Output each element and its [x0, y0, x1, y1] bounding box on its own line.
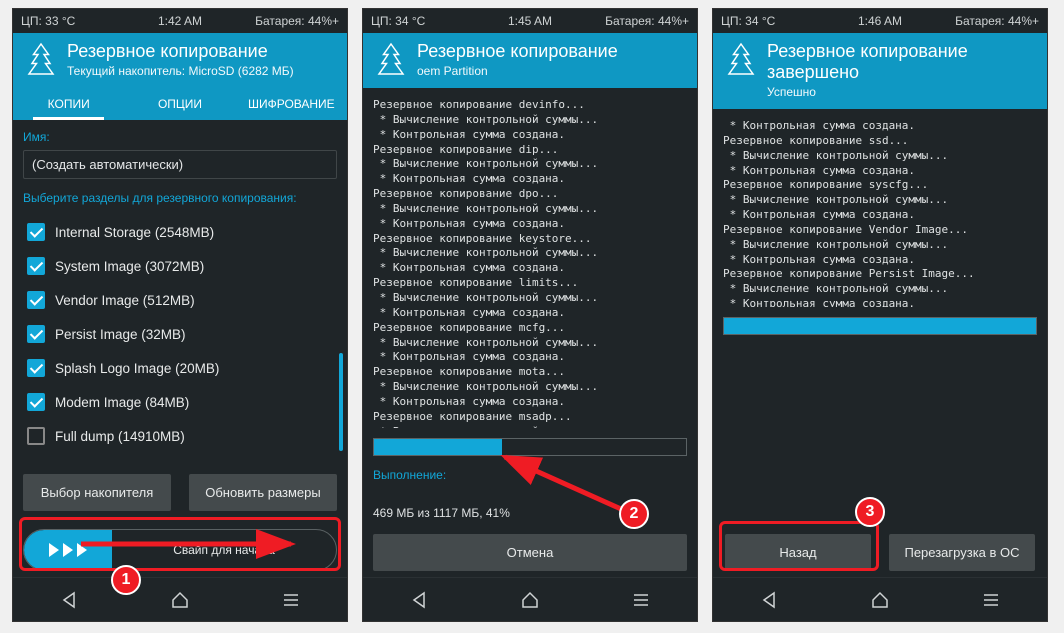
partition-row[interactable]: Full dump (14910MB): [23, 419, 337, 453]
nav-home-icon[interactable]: [519, 589, 541, 611]
page-subtitle: Успешно: [767, 85, 1037, 99]
partition-label: Modem Image (84MB): [55, 395, 189, 410]
nav-back-icon[interactable]: [408, 589, 430, 611]
partition-label: System Image (3072MB): [55, 259, 204, 274]
page-title: Резервное копирование: [67, 41, 337, 62]
chevron-right-icon: [63, 543, 73, 557]
swipe-label: Свайп для начала: [112, 543, 336, 557]
nav-home-icon[interactable]: [169, 589, 191, 611]
cancel-button[interactable]: Отмена: [373, 534, 687, 571]
console-output: * Контрольная сумма создана. Резервное к…: [723, 119, 1037, 307]
screenshot-3-backup-done: ЦП: 34 °C 1:46 AM Батарея: 44%+ Резервно…: [712, 8, 1048, 622]
checkbox[interactable]: [27, 325, 45, 343]
status-time: 1:45 AM: [477, 14, 583, 28]
page-title: Резервное копирование: [417, 41, 687, 62]
running-label: Выполнение:: [373, 468, 687, 482]
screenshot-2-backup-progress: ЦП: 34 °C 1:45 AM Батарея: 44%+ Резервно…: [362, 8, 698, 622]
status-bar: ЦП: 34 °C 1:46 AM Батарея: 44%+: [713, 9, 1047, 33]
back-button[interactable]: Назад: [725, 534, 871, 571]
partition-row[interactable]: Splash Logo Image (20MB): [23, 351, 337, 385]
app-header: Резервное копирование Текущий накопитель…: [13, 33, 347, 88]
nav-bar: [363, 577, 697, 621]
tab-options[interactable]: ОПЦИИ: [124, 88, 235, 120]
page-subtitle: Текущий накопитель: MicroSD (6282 МБ): [67, 64, 337, 78]
chevron-right-icon: [77, 543, 87, 557]
twrp-logo-icon: [373, 41, 409, 77]
name-label: Имя:: [23, 130, 337, 144]
checkbox[interactable]: [27, 393, 45, 411]
status-battery: Батарея: 44%+: [233, 14, 339, 28]
nav-menu-icon[interactable]: [980, 589, 1002, 611]
progress-bar: [723, 317, 1037, 335]
page-title: Резервное копирование завершено: [767, 41, 1037, 83]
checkbox[interactable]: [27, 291, 45, 309]
nav-menu-icon[interactable]: [280, 589, 302, 611]
progress-bar: [373, 438, 687, 456]
select-storage-button[interactable]: Выбор накопителя: [23, 474, 171, 511]
console-output: Резервное копирование devinfo... * Вычис…: [373, 98, 687, 428]
status-battery: Батарея: 44%+: [583, 14, 689, 28]
app-header: Резервное копирование oem Partition: [363, 33, 697, 88]
screenshot-1-backup-select: ЦП: 33 °C 1:42 AM Батарея: 44%+ Резервно…: [12, 8, 348, 622]
scrollbar[interactable]: [339, 217, 343, 451]
status-time: 1:42 AM: [127, 14, 233, 28]
backup-name-field[interactable]: (Создать автоматически): [23, 150, 337, 179]
checkbox[interactable]: [27, 359, 45, 377]
nav-back-icon[interactable]: [58, 589, 80, 611]
app-header: Резервное копирование завершено Успешно: [713, 33, 1047, 109]
status-cpu: ЦП: 34 °C: [371, 14, 477, 28]
partition-label: Splash Logo Image (20MB): [55, 361, 219, 376]
reboot-to-os-button[interactable]: Перезагрузка в ОС: [889, 534, 1035, 571]
status-battery: Батарея: 44%+: [933, 14, 1039, 28]
tabs: КОПИИ ОПЦИИ ШИФРОВАНИЕ: [13, 88, 347, 120]
partition-label: Internal Storage (2548MB): [55, 225, 214, 240]
callout-badge-1: 1: [111, 565, 141, 595]
swipe-handle[interactable]: [24, 530, 112, 570]
checkbox[interactable]: [27, 427, 45, 445]
status-time: 1:46 AM: [827, 14, 933, 28]
refresh-sizes-button[interactable]: Обновить размеры: [189, 474, 337, 511]
partition-list: Internal Storage (2548MB) System Image (3…: [23, 215, 337, 453]
tab-encrypt[interactable]: ШИФРОВАНИЕ: [236, 88, 347, 120]
swipe-to-start[interactable]: Свайп для начала: [23, 529, 337, 571]
partition-row[interactable]: Persist Image (32MB): [23, 317, 337, 351]
callout-badge-2: 2: [619, 499, 649, 529]
partition-label: Full dump (14910MB): [55, 429, 185, 444]
twrp-logo-icon: [23, 41, 59, 77]
chevron-right-icon: [49, 543, 59, 557]
status-bar: ЦП: 33 °C 1:42 AM Батарея: 44%+: [13, 9, 347, 33]
partition-row[interactable]: Modem Image (84MB): [23, 385, 337, 419]
status-bar: ЦП: 34 °C 1:45 AM Батарея: 44%+: [363, 9, 697, 33]
nav-bar: [713, 577, 1047, 621]
checkbox[interactable]: [27, 257, 45, 275]
partition-label: Persist Image (32MB): [55, 327, 186, 342]
nav-home-icon[interactable]: [869, 589, 891, 611]
tab-copies[interactable]: КОПИИ: [13, 88, 124, 120]
partition-row[interactable]: Vendor Image (512MB): [23, 283, 337, 317]
checkbox[interactable]: [27, 223, 45, 241]
partition-row[interactable]: System Image (3072MB): [23, 249, 337, 283]
page-subtitle: oem Partition: [417, 64, 687, 78]
nav-back-icon[interactable]: [758, 589, 780, 611]
select-partitions-label: Выберите разделы для резервного копирова…: [23, 191, 337, 205]
twrp-logo-icon: [723, 41, 759, 77]
nav-menu-icon[interactable]: [630, 589, 652, 611]
partition-row[interactable]: Internal Storage (2548MB): [23, 215, 337, 249]
status-cpu: ЦП: 34 °C: [721, 14, 827, 28]
partition-label: Vendor Image (512MB): [55, 293, 195, 308]
nav-bar: [13, 577, 347, 621]
status-cpu: ЦП: 33 °C: [21, 14, 127, 28]
callout-badge-3: 3: [855, 497, 885, 527]
